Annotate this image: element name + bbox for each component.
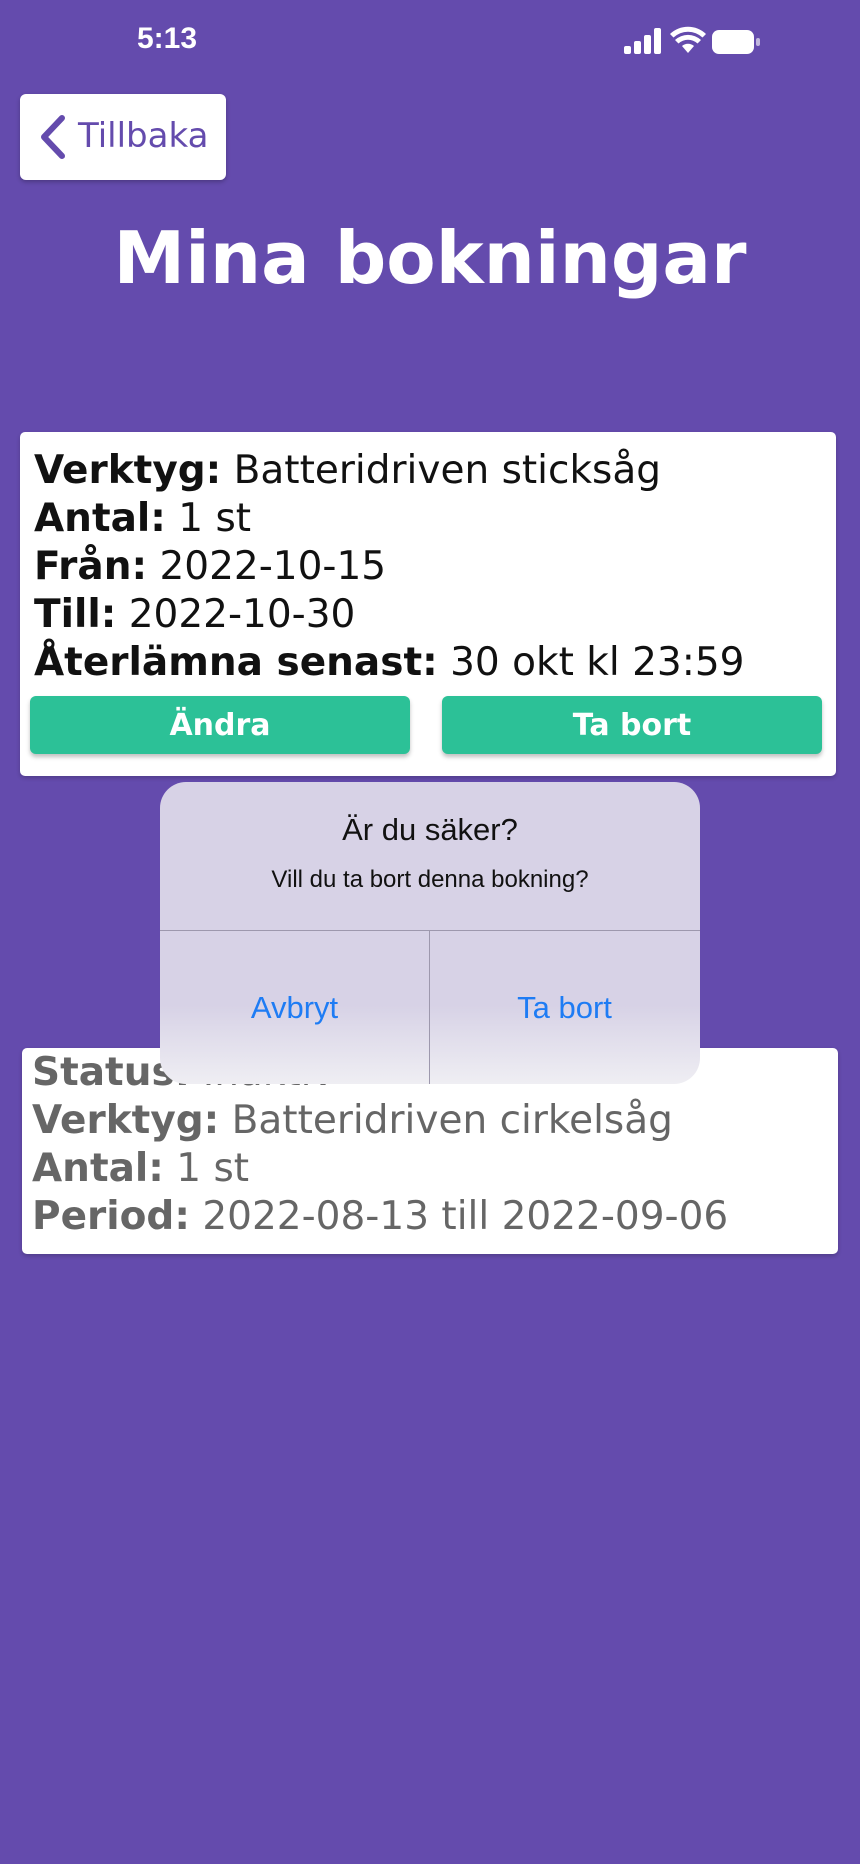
tool-row: Verktyg: Batteridriven sticksåg <box>34 448 661 493</box>
quantity-value: 1 st <box>178 496 252 541</box>
back-label: Tillbaka <box>78 116 209 156</box>
quantity-label: Antal: <box>32 1146 164 1191</box>
return-label: Återlämna senast: <box>34 640 438 685</box>
quantity-value: 1 st <box>176 1146 250 1191</box>
tool-row: Verktyg: Batteridriven cirkelsåg <box>32 1098 673 1143</box>
dialog-cancel-button[interactable]: Avbryt <box>160 931 429 1084</box>
quantity-row: Antal: 1 st <box>34 496 251 541</box>
period-row: Period: 2022-08-13 till 2022-09-06 <box>32 1194 728 1239</box>
status-bar: 5:13 <box>0 0 860 86</box>
back-button[interactable]: Tillbaka <box>20 94 226 180</box>
to-row: Till: 2022-10-30 <box>34 592 355 637</box>
booking-card-active: Verktyg: Batteridriven sticksåg Antal: 1… <box>20 432 836 776</box>
delete-button[interactable]: Ta bort <box>442 696 822 754</box>
wifi-icon <box>670 26 706 53</box>
tool-label: Verktyg: <box>32 1098 220 1143</box>
to-label: Till: <box>34 592 117 637</box>
quantity-row: Antal: 1 st <box>32 1146 249 1191</box>
status-time: 5:13 <box>137 22 198 55</box>
edit-button[interactable]: Ändra <box>30 696 410 754</box>
quantity-label: Antal: <box>34 496 166 541</box>
period-label: Period: <box>32 1194 190 1239</box>
return-value: 30 okt kl 23:59 <box>450 640 745 685</box>
to-value: 2022-10-30 <box>128 592 356 637</box>
confirm-dialog: Är du säker? Vill du ta bort denna bokni… <box>160 782 700 1084</box>
period-value: 2022-08-13 till 2022-09-06 <box>202 1194 729 1239</box>
tool-label: Verktyg: <box>34 448 222 493</box>
from-label: Från: <box>34 544 148 589</box>
tool-value: Batteridriven cirkelsåg <box>231 1098 673 1143</box>
page-title: Mina bokningar <box>113 216 747 300</box>
from-value: 2022-10-15 <box>159 544 387 589</box>
tool-value: Batteridriven sticksåg <box>233 448 662 493</box>
return-row: Återlämna senast: 30 okt kl 23:59 <box>34 640 744 685</box>
from-row: Från: 2022-10-15 <box>34 544 386 589</box>
dialog-title: Är du säker? <box>342 812 518 847</box>
battery-icon <box>712 30 760 54</box>
cellular-signal-icon <box>624 28 662 54</box>
chevron-left-icon <box>41 115 65 159</box>
dialog-message: Vill du ta bort denna bokning? <box>271 866 589 893</box>
dialog-confirm-delete-button[interactable]: Ta bort <box>430 931 699 1084</box>
